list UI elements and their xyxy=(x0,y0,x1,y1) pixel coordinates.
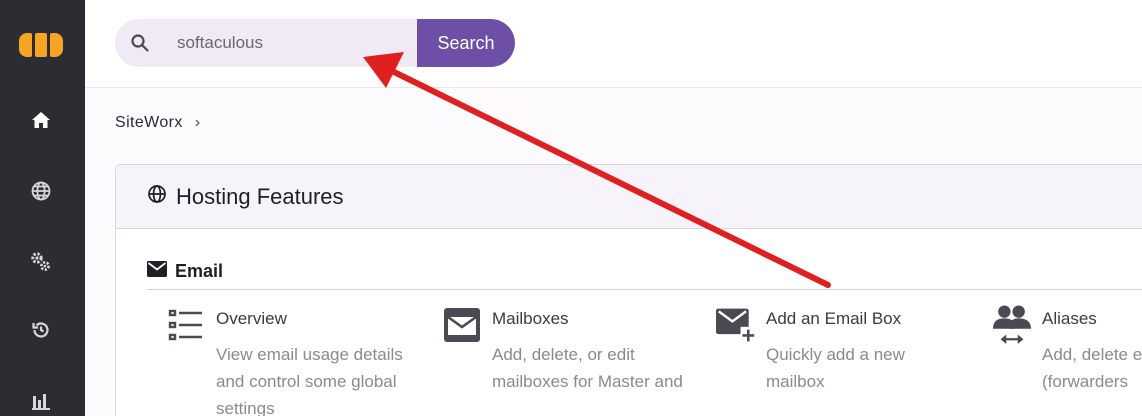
chevron-right-icon: › xyxy=(194,114,201,131)
feature-title[interactable]: Aliases xyxy=(1042,309,1097,329)
breadcrumb-item-siteworx[interactable]: SiteWorx xyxy=(115,114,183,132)
search-icon xyxy=(130,33,150,53)
envelope-icon xyxy=(147,261,167,282)
envelope-plus-icon xyxy=(716,305,756,345)
feature-title[interactable]: Overview xyxy=(216,309,287,329)
card-title: Hosting Features xyxy=(176,183,344,209)
globe-icon xyxy=(147,184,167,209)
card-header: Hosting Features xyxy=(116,165,1142,229)
search-input[interactable] xyxy=(177,19,417,67)
feature-title[interactable]: Mailboxes xyxy=(492,309,569,329)
envelope-icon xyxy=(442,305,482,345)
globe-icon[interactable] xyxy=(26,176,56,206)
feature-description: Add, delete email aliases (forwarders xyxy=(1042,345,1142,391)
home-icon[interactable] xyxy=(26,105,56,135)
feature-description: Quickly add a new mailbox xyxy=(766,345,905,391)
gears-icon[interactable] xyxy=(26,247,56,277)
feature-title[interactable]: Add an Email Box xyxy=(766,309,901,329)
search-button[interactable]: Search xyxy=(417,19,515,67)
section-title: Email xyxy=(175,261,224,281)
logo[interactable] xyxy=(19,33,63,57)
users-arrows-icon xyxy=(992,305,1032,345)
top-bar: Search xyxy=(85,0,1142,88)
email-section-heading: Email xyxy=(147,261,223,282)
history-icon[interactable] xyxy=(26,315,56,345)
feature-description: Add, delete, or edit mailboxes for Maste… xyxy=(492,345,683,391)
hosting-features-card: Hosting Features Email Overview View ema… xyxy=(115,164,1142,416)
list-icon xyxy=(166,305,206,345)
section-divider xyxy=(147,289,1142,290)
search-bar: Search xyxy=(115,19,515,67)
feature-description: View email usage details and control som… xyxy=(216,345,403,416)
sidebar xyxy=(0,0,85,416)
bar-chart-icon[interactable] xyxy=(26,386,56,416)
breadcrumb: SiteWorx › xyxy=(115,114,201,132)
